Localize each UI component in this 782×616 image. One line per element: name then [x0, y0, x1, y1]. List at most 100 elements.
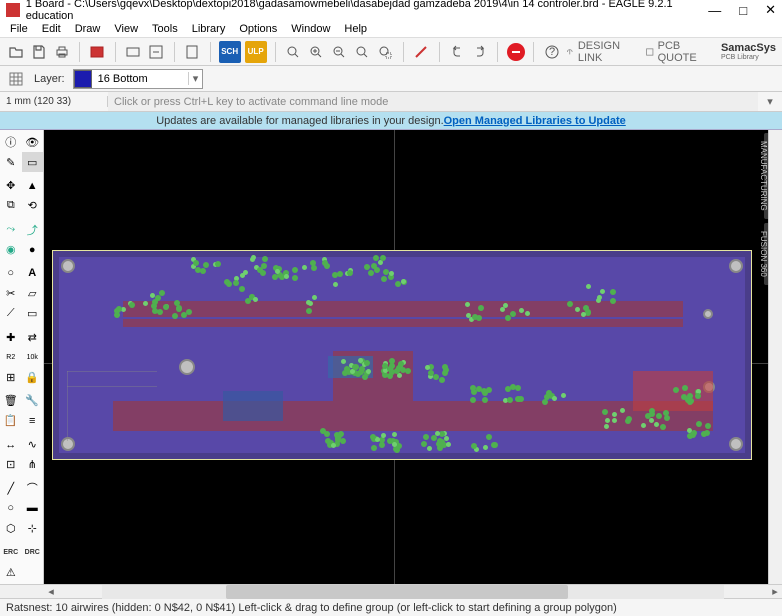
text-tool[interactable]: ○: [0, 263, 22, 283]
pcb-quote-button[interactable]: PCB QUOTE: [645, 40, 709, 64]
paste-tool[interactable]: 📋: [0, 411, 22, 431]
layer-tool[interactable]: ✎: [0, 152, 22, 172]
pinswap-tool[interactable]: ⊞: [0, 367, 22, 387]
dimension-tool[interactable]: ↔: [0, 435, 22, 455]
print-button[interactable]: [52, 41, 71, 63]
update-banner: Updates are available for managed librar…: [0, 112, 782, 130]
arc-tool[interactable]: ⌒: [22, 478, 44, 498]
mark-tool[interactable]: ⊹: [22, 518, 44, 538]
poly-tool[interactable]: ▱: [22, 283, 44, 303]
app-icon: [6, 3, 20, 17]
sch-switch-button[interactable]: SCH: [219, 41, 241, 63]
banner-link[interactable]: Open Managed Libraries to Update: [444, 115, 626, 127]
scroll-left-arrow[interactable]: ◂: [44, 585, 58, 598]
rotate-tool[interactable]: ⟲: [22, 196, 44, 216]
erc-button[interactable]: ERC: [0, 542, 22, 562]
window-title: 1 Board - C:\Users\gqevx\Desktop\dextopi…: [26, 0, 709, 22]
errors-tool[interactable]: ⚠: [0, 562, 22, 582]
menu-file[interactable]: File: [4, 21, 34, 37]
drc-button[interactable]: DRC: [22, 542, 44, 562]
command-input[interactable]: Click or press Ctrl+L key to activate co…: [108, 92, 758, 111]
zoom-redraw-button[interactable]: [353, 41, 372, 63]
zoom-select-button[interactable]: [376, 41, 395, 63]
ripup-tool[interactable]: ⤴: [22, 220, 44, 240]
cam-button[interactable]: [88, 41, 107, 63]
delete-tool[interactable]: 🗑: [0, 391, 22, 411]
cancel-button[interactable]: [412, 41, 431, 63]
replace-tool[interactable]: ⇄: [22, 327, 44, 347]
route-tool[interactable]: ⤳: [0, 220, 22, 240]
lock-tool[interactable]: 🔒: [22, 367, 44, 387]
show-tool[interactable]: 👁: [22, 132, 44, 152]
menu-help[interactable]: Help: [338, 21, 373, 37]
board-canvas[interactable]: MANUFACTURING FUSION 360: [44, 130, 782, 584]
maximize-button[interactable]: □: [739, 3, 747, 18]
grid-button[interactable]: [6, 69, 26, 89]
value-tool[interactable]: R2: [0, 347, 22, 367]
line-tool[interactable]: ╱: [0, 478, 22, 498]
design-link-button[interactable]: DESIGN LINK: [565, 40, 633, 64]
sheet-button[interactable]: [183, 41, 202, 63]
mirror-tool[interactable]: ▲: [22, 176, 44, 196]
name-tool[interactable]: A: [22, 263, 44, 283]
svg-text:?: ?: [549, 46, 555, 58]
polygon-tool[interactable]: ⬡: [0, 518, 22, 538]
move-tool[interactable]: ✥: [0, 176, 22, 196]
close-button[interactable]: ✕: [765, 2, 776, 18]
menu-library[interactable]: Library: [186, 21, 232, 37]
menubar: File Edit Draw View Tools Library Option…: [0, 20, 782, 38]
add-tool[interactable]: ✚: [0, 327, 22, 347]
zoom-fit-button[interactable]: [284, 41, 303, 63]
open-button[interactable]: [6, 41, 25, 63]
layer-selected-text: 16 Bottom: [92, 73, 188, 85]
menu-edit[interactable]: Edit: [36, 21, 67, 37]
titlebar: 1 Board - C:\Users\gqevx\Desktop\dextopi…: [0, 0, 782, 20]
layer-label: Layer:: [34, 73, 65, 85]
banner-text: Updates are available for managed librar…: [156, 115, 443, 127]
horizontal-scrollbar[interactable]: ◂ ▸: [0, 584, 782, 598]
schematic-button[interactable]: [147, 41, 166, 63]
group-tool[interactable]: ▭: [22, 152, 44, 172]
copy-tool[interactable]: ⧉: [0, 196, 22, 216]
layer-color-swatch: [74, 70, 92, 88]
redo-button[interactable]: [470, 41, 489, 63]
layer-dropdown[interactable]: 16 Bottom ▾: [73, 69, 204, 89]
main-area: ⓘ👁 ✎▭ ✥▲ ⧉⟲ ⤳⤴ ◉● ○A ✂▱ ⟋▭ ✚⇄ R210k ⊞🔒 🗑…: [0, 130, 782, 584]
attribute-tool[interactable]: ≡: [22, 411, 44, 431]
menu-tools[interactable]: Tools: [146, 21, 184, 37]
miter-tool[interactable]: ⟋: [0, 303, 22, 323]
via-tool[interactable]: ◉: [0, 240, 22, 260]
ulp-button[interactable]: ULP: [245, 41, 267, 63]
split-tool[interactable]: ✂: [0, 283, 22, 303]
undo-button[interactable]: [447, 41, 466, 63]
vertical-scrollbar[interactable]: [768, 130, 782, 584]
fanout-tool[interactable]: ⋔: [22, 455, 44, 475]
scroll-thumb[interactable]: [226, 585, 568, 599]
minimize-button[interactable]: —: [708, 3, 721, 18]
change-tool[interactable]: 🔧: [22, 391, 44, 411]
main-toolbar: SCH ULP ? DESIGN LINK PCB QUOTE SamacSys…: [0, 38, 782, 66]
rect-tool[interactable]: ▬: [22, 498, 44, 518]
optimize-tool[interactable]: ⊡: [0, 455, 22, 475]
hole-tool[interactable]: ●: [22, 240, 44, 260]
command-go-button[interactable]: ▾: [758, 95, 782, 108]
samacsys-brand[interactable]: SamacSys PCB Library: [721, 43, 776, 61]
stop-button[interactable]: [506, 41, 525, 63]
menu-draw[interactable]: Draw: [69, 21, 107, 37]
scroll-right-arrow[interactable]: ▸: [768, 585, 782, 598]
save-button[interactable]: [29, 41, 48, 63]
meander-tool[interactable]: ∿: [22, 435, 44, 455]
menu-options[interactable]: Options: [233, 21, 283, 37]
menu-view[interactable]: View: [108, 21, 144, 37]
smash-tool[interactable]: 10k: [22, 347, 44, 367]
net-tool[interactable]: ▭: [22, 303, 44, 323]
zoom-out-button[interactable]: [330, 41, 349, 63]
menu-window[interactable]: Window: [285, 21, 336, 37]
tool-palette: ⓘ👁 ✎▭ ✥▲ ⧉⟲ ⤳⤴ ◉● ○A ✂▱ ⟋▭ ✚⇄ R210k ⊞🔒 🗑…: [0, 130, 44, 584]
zoom-in-button[interactable]: [307, 41, 326, 63]
board-button[interactable]: [124, 41, 143, 63]
help-button[interactable]: ?: [542, 41, 561, 63]
circle-tool[interactable]: ○: [0, 498, 22, 518]
layer-toolbar: Layer: 16 Bottom ▾: [0, 66, 782, 92]
info-tool[interactable]: ⓘ: [0, 132, 22, 152]
